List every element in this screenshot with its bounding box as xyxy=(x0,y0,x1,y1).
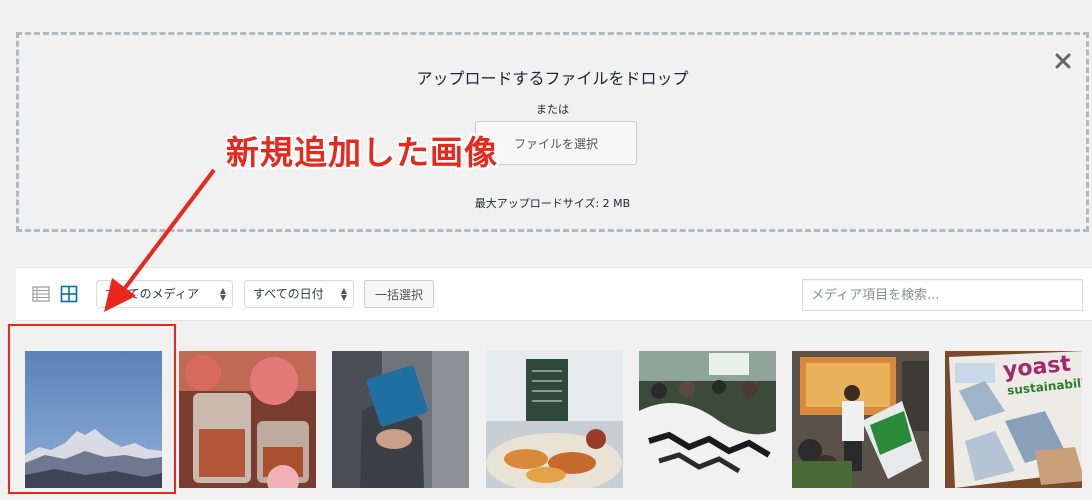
max-upload-size: 最大アップロードサイズ: 2 MB xyxy=(474,197,631,210)
media-type-filter-value: すべてのメディア xyxy=(105,287,199,301)
media-search-input[interactable] xyxy=(802,279,1083,311)
conference-audience-image xyxy=(639,351,776,488)
annotation-label: 新規追加した画像 xyxy=(226,133,498,172)
media-item-glasses-and-snacks[interactable] xyxy=(179,351,316,488)
media-item-conference-audience[interactable] xyxy=(639,351,776,488)
bulk-select-button[interactable]: 一括選択 xyxy=(364,280,434,308)
media-type-filter[interactable]: すべてのメディア ▲ ▼ xyxy=(96,280,233,308)
media-toolbar: すべてのメディア ▲ ▼ すべての日付 ▲ ▼ 一括選択 xyxy=(16,267,1092,321)
select-files-button[interactable]: ファイルを選択 xyxy=(475,121,637,165)
dropzone-title: アップロードするファイルをドロップ xyxy=(416,69,689,88)
grid-view-icon[interactable] xyxy=(60,285,78,303)
list-view-icon[interactable] xyxy=(32,285,50,303)
media-item-person-with-blue-notebook[interactable] xyxy=(332,351,469,488)
date-filter-value: すべての日付 xyxy=(253,287,324,301)
media-item-food-platter-menu-board[interactable] xyxy=(486,351,623,488)
new-image-highlight-box xyxy=(8,324,176,494)
glasses-snacks-image xyxy=(179,351,316,488)
media-item-yoast-sustainability-paper[interactable]: yoast sustainability xyxy=(945,351,1082,488)
select-arrows-icon: ▲ ▼ xyxy=(219,286,226,302)
media-item-speaker-at-conference[interactable] xyxy=(792,351,929,488)
dropzone-or-text: または xyxy=(536,103,569,116)
close-icon[interactable] xyxy=(1054,52,1072,70)
upload-dropzone[interactable]: アップロードするファイルをドロップ または ファイルを選択 最大アップロードサイ… xyxy=(16,32,1089,232)
person-notebook-image xyxy=(332,351,469,488)
speaker-conference-image xyxy=(792,351,929,488)
date-filter[interactable]: すべての日付 ▲ ▼ xyxy=(244,280,354,308)
food-platter-image xyxy=(486,351,623,488)
select-arrows-icon: ▲ ▼ xyxy=(340,286,347,302)
